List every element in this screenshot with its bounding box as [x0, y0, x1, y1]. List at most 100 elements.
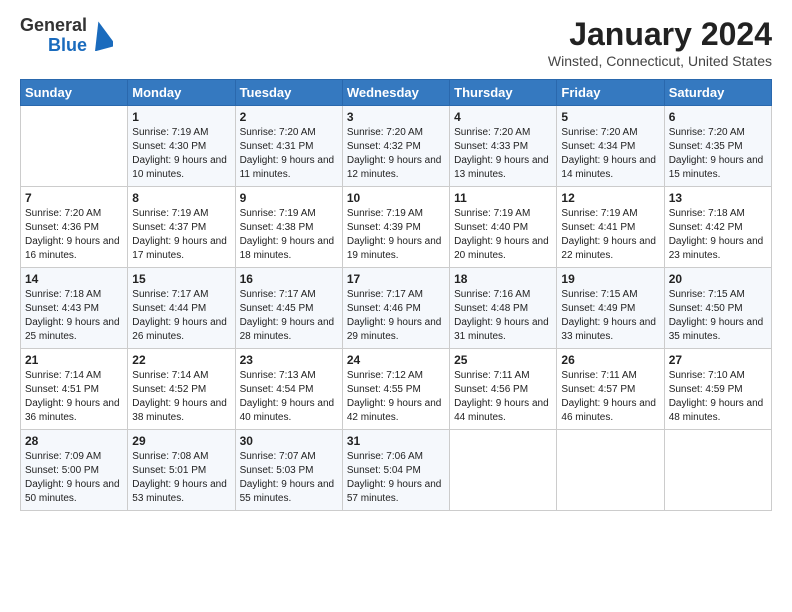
day-info: Sunrise: 7:19 AM Sunset: 4:39 PM Dayligh…: [347, 207, 445, 263]
day-number: 19: [561, 272, 659, 286]
calendar-header-row: SundayMondayTuesdayWednesdayThursdayFrid…: [21, 80, 772, 106]
calendar-cell: 5 Sunrise: 7:20 AM Sunset: 4:34 PM Dayli…: [557, 106, 664, 187]
day-info: Sunrise: 7:11 AM Sunset: 4:57 PM Dayligh…: [561, 369, 659, 425]
day-number: 9: [240, 191, 338, 205]
day-info: Sunrise: 7:08 AM Sunset: 5:01 PM Dayligh…: [132, 450, 230, 506]
calendar-cell: 11 Sunrise: 7:19 AM Sunset: 4:40 PM Dayl…: [450, 187, 557, 268]
day-info: Sunrise: 7:13 AM Sunset: 4:54 PM Dayligh…: [240, 369, 338, 425]
day-info: Sunrise: 7:18 AM Sunset: 4:42 PM Dayligh…: [669, 207, 767, 263]
calendar-cell: 27 Sunrise: 7:10 AM Sunset: 4:59 PM Dayl…: [664, 349, 771, 430]
calendar-cell: 18 Sunrise: 7:16 AM Sunset: 4:48 PM Dayl…: [450, 268, 557, 349]
day-number: 5: [561, 110, 659, 124]
calendar-cell: 12 Sunrise: 7:19 AM Sunset: 4:41 PM Dayl…: [557, 187, 664, 268]
day-number: 20: [669, 272, 767, 286]
day-of-week-header: Wednesday: [342, 80, 449, 106]
calendar-cell: [664, 430, 771, 511]
calendar-cell: 6 Sunrise: 7:20 AM Sunset: 4:35 PM Dayli…: [664, 106, 771, 187]
calendar-cell: 7 Sunrise: 7:20 AM Sunset: 4:36 PM Dayli…: [21, 187, 128, 268]
day-number: 6: [669, 110, 767, 124]
month-title: January 2024: [548, 16, 772, 53]
day-info: Sunrise: 7:15 AM Sunset: 4:49 PM Dayligh…: [561, 288, 659, 344]
day-number: 1: [132, 110, 230, 124]
day-number: 24: [347, 353, 445, 367]
calendar-cell: 26 Sunrise: 7:11 AM Sunset: 4:57 PM Dayl…: [557, 349, 664, 430]
calendar-week-row: 14 Sunrise: 7:18 AM Sunset: 4:43 PM Dayl…: [21, 268, 772, 349]
calendar-table: SundayMondayTuesdayWednesdayThursdayFrid…: [20, 79, 772, 511]
logo: General Blue: [20, 16, 113, 56]
calendar-cell: 17 Sunrise: 7:17 AM Sunset: 4:46 PM Dayl…: [342, 268, 449, 349]
calendar-cell: [557, 430, 664, 511]
day-info: Sunrise: 7:20 AM Sunset: 4:31 PM Dayligh…: [240, 126, 338, 182]
day-info: Sunrise: 7:09 AM Sunset: 5:00 PM Dayligh…: [25, 450, 123, 506]
day-number: 11: [454, 191, 552, 205]
day-info: Sunrise: 7:06 AM Sunset: 5:04 PM Dayligh…: [347, 450, 445, 506]
day-info: Sunrise: 7:17 AM Sunset: 4:45 PM Dayligh…: [240, 288, 338, 344]
day-info: Sunrise: 7:14 AM Sunset: 4:52 PM Dayligh…: [132, 369, 230, 425]
calendar-cell: 3 Sunrise: 7:20 AM Sunset: 4:32 PM Dayli…: [342, 106, 449, 187]
calendar-week-row: 1 Sunrise: 7:19 AM Sunset: 4:30 PM Dayli…: [21, 106, 772, 187]
location-title: Winsted, Connecticut, United States: [548, 53, 772, 69]
day-number: 2: [240, 110, 338, 124]
day-of-week-header: Friday: [557, 80, 664, 106]
calendar-cell: 13 Sunrise: 7:18 AM Sunset: 4:42 PM Dayl…: [664, 187, 771, 268]
day-number: 8: [132, 191, 230, 205]
day-info: Sunrise: 7:19 AM Sunset: 4:30 PM Dayligh…: [132, 126, 230, 182]
day-number: 10: [347, 191, 445, 205]
calendar-cell: 25 Sunrise: 7:11 AM Sunset: 4:56 PM Dayl…: [450, 349, 557, 430]
day-info: Sunrise: 7:19 AM Sunset: 4:38 PM Dayligh…: [240, 207, 338, 263]
day-of-week-header: Sunday: [21, 80, 128, 106]
calendar-cell: 31 Sunrise: 7:06 AM Sunset: 5:04 PM Dayl…: [342, 430, 449, 511]
day-info: Sunrise: 7:16 AM Sunset: 4:48 PM Dayligh…: [454, 288, 552, 344]
day-number: 14: [25, 272, 123, 286]
day-of-week-header: Saturday: [664, 80, 771, 106]
day-info: Sunrise: 7:18 AM Sunset: 4:43 PM Dayligh…: [25, 288, 123, 344]
calendar-cell: 28 Sunrise: 7:09 AM Sunset: 5:00 PM Dayl…: [21, 430, 128, 511]
day-info: Sunrise: 7:20 AM Sunset: 4:32 PM Dayligh…: [347, 126, 445, 182]
calendar-cell: [450, 430, 557, 511]
day-number: 28: [25, 434, 123, 448]
calendar-cell: 22 Sunrise: 7:14 AM Sunset: 4:52 PM Dayl…: [128, 349, 235, 430]
day-info: Sunrise: 7:10 AM Sunset: 4:59 PM Dayligh…: [669, 369, 767, 425]
day-info: Sunrise: 7:07 AM Sunset: 5:03 PM Dayligh…: [240, 450, 338, 506]
day-info: Sunrise: 7:20 AM Sunset: 4:33 PM Dayligh…: [454, 126, 552, 182]
day-number: 16: [240, 272, 338, 286]
day-info: Sunrise: 7:20 AM Sunset: 4:35 PM Dayligh…: [669, 126, 767, 182]
logo-general: General: [20, 16, 87, 36]
calendar-cell: 23 Sunrise: 7:13 AM Sunset: 4:54 PM Dayl…: [235, 349, 342, 430]
day-info: Sunrise: 7:19 AM Sunset: 4:37 PM Dayligh…: [132, 207, 230, 263]
day-number: 7: [25, 191, 123, 205]
calendar-cell: 2 Sunrise: 7:20 AM Sunset: 4:31 PM Dayli…: [235, 106, 342, 187]
page-header: General Blue January 2024 Winsted, Conne…: [20, 16, 772, 69]
day-number: 21: [25, 353, 123, 367]
calendar-week-row: 21 Sunrise: 7:14 AM Sunset: 4:51 PM Dayl…: [21, 349, 772, 430]
day-info: Sunrise: 7:20 AM Sunset: 4:34 PM Dayligh…: [561, 126, 659, 182]
day-number: 29: [132, 434, 230, 448]
calendar-cell: 14 Sunrise: 7:18 AM Sunset: 4:43 PM Dayl…: [21, 268, 128, 349]
day-number: 31: [347, 434, 445, 448]
day-number: 25: [454, 353, 552, 367]
day-number: 15: [132, 272, 230, 286]
calendar-week-row: 28 Sunrise: 7:09 AM Sunset: 5:00 PM Dayl…: [21, 430, 772, 511]
day-info: Sunrise: 7:15 AM Sunset: 4:50 PM Dayligh…: [669, 288, 767, 344]
calendar-cell: 8 Sunrise: 7:19 AM Sunset: 4:37 PM Dayli…: [128, 187, 235, 268]
day-info: Sunrise: 7:20 AM Sunset: 4:36 PM Dayligh…: [25, 207, 123, 263]
day-number: 23: [240, 353, 338, 367]
calendar-cell: 9 Sunrise: 7:19 AM Sunset: 4:38 PM Dayli…: [235, 187, 342, 268]
logo-blue: Blue: [48, 36, 87, 56]
day-info: Sunrise: 7:19 AM Sunset: 4:40 PM Dayligh…: [454, 207, 552, 263]
calendar-cell: 16 Sunrise: 7:17 AM Sunset: 4:45 PM Dayl…: [235, 268, 342, 349]
day-of-week-header: Thursday: [450, 80, 557, 106]
day-number: 22: [132, 353, 230, 367]
day-info: Sunrise: 7:17 AM Sunset: 4:46 PM Dayligh…: [347, 288, 445, 344]
day-number: 30: [240, 434, 338, 448]
calendar-cell: 20 Sunrise: 7:15 AM Sunset: 4:50 PM Dayl…: [664, 268, 771, 349]
day-info: Sunrise: 7:12 AM Sunset: 4:55 PM Dayligh…: [347, 369, 445, 425]
day-number: 3: [347, 110, 445, 124]
calendar-cell: [21, 106, 128, 187]
day-number: 13: [669, 191, 767, 205]
calendar-cell: 29 Sunrise: 7:08 AM Sunset: 5:01 PM Dayl…: [128, 430, 235, 511]
calendar-cell: 10 Sunrise: 7:19 AM Sunset: 4:39 PM Dayl…: [342, 187, 449, 268]
calendar-cell: 24 Sunrise: 7:12 AM Sunset: 4:55 PM Dayl…: [342, 349, 449, 430]
day-info: Sunrise: 7:19 AM Sunset: 4:41 PM Dayligh…: [561, 207, 659, 263]
calendar-cell: 30 Sunrise: 7:07 AM Sunset: 5:03 PM Dayl…: [235, 430, 342, 511]
